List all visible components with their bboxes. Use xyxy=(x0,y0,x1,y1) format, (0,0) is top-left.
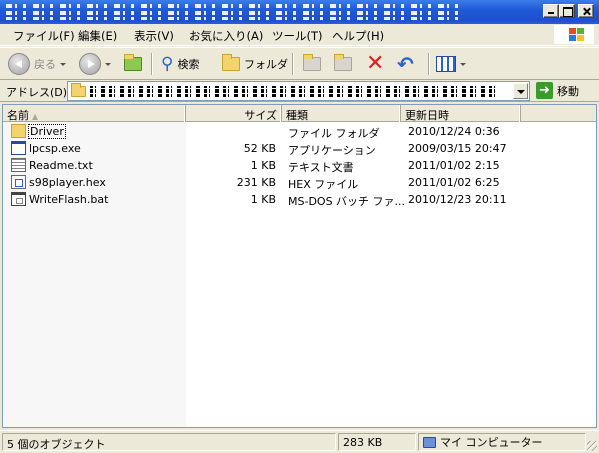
views-dropdown-icon[interactable] xyxy=(460,62,466,66)
back-label: 戻る xyxy=(34,58,56,71)
file-name: Driver xyxy=(28,124,66,139)
views-icon xyxy=(436,56,456,72)
copy-to-icon xyxy=(334,54,352,71)
standard-toolbar: 戻る ⚲ 検索 フォルダ ✕ ↶ xyxy=(0,47,599,80)
file-name: lpcsp.exe xyxy=(29,142,81,155)
file-type: HEX ファイル xyxy=(288,178,359,191)
address-input[interactable] xyxy=(67,81,530,101)
file-list[interactable]: 名前 ▲ サイズ 種類 更新日時 Driver ファイル フォルダ 2010/12… xyxy=(2,104,597,428)
list-item[interactable]: Readme.txt 1 KB テキスト文書 2011/01/02 2:15 xyxy=(3,157,596,174)
file-type: ファイル フォルダ xyxy=(288,127,380,140)
address-path-redacted xyxy=(90,86,500,97)
go-button[interactable]: ➜ 移動 xyxy=(536,82,579,99)
menu-tools[interactable]: ツール(T) xyxy=(272,28,323,44)
menu-bar: ファイル(F) 編集(E) 表示(V) お気に入り(A) ツール(T) ヘルプ(… xyxy=(0,24,599,46)
column-header-filler xyxy=(521,105,596,122)
minimize-button[interactable] xyxy=(543,4,559,18)
search-button[interactable]: ⚲ 検索 xyxy=(161,52,199,76)
menu-favorites[interactable]: お気に入り(A) xyxy=(189,28,263,44)
file-size: 1 KB xyxy=(250,193,276,206)
my-computer-icon xyxy=(423,436,436,448)
file-name: Readme.txt xyxy=(29,159,93,172)
up-folder-icon xyxy=(124,54,142,71)
list-item[interactable]: Driver ファイル フォルダ 2010/12/24 0:36 xyxy=(3,123,596,140)
undo-icon: ↶ xyxy=(397,52,414,76)
column-header-date[interactable]: 更新日時 xyxy=(401,105,521,122)
copy-to-button[interactable] xyxy=(334,52,352,76)
folder-icon xyxy=(11,124,26,138)
file-name: s98player.hex xyxy=(29,176,106,189)
file-date: 2009/03/15 20:47 xyxy=(408,142,507,155)
close-button[interactable] xyxy=(578,4,594,18)
back-dropdown-icon[interactable] xyxy=(60,62,66,66)
delete-icon: ✕ xyxy=(366,51,385,76)
file-size: 1 KB xyxy=(250,159,276,172)
list-item[interactable]: WriteFlash.bat 1 KB MS-DOS バッチ ファ... 201… xyxy=(3,191,596,208)
window-title-redacted xyxy=(6,4,461,20)
file-date: 2011/01/02 2:15 xyxy=(408,159,500,172)
folders-icon xyxy=(222,54,240,71)
resize-grip[interactable] xyxy=(587,441,597,451)
menu-help[interactable]: ヘルプ(H) xyxy=(332,28,384,44)
folders-button[interactable]: フォルダ xyxy=(222,52,288,76)
go-label: 移動 xyxy=(557,84,579,98)
sort-ascending-icon: ▲ xyxy=(32,112,39,121)
move-to-icon xyxy=(303,54,321,71)
back-arrow-icon xyxy=(8,53,30,75)
title-bar[interactable] xyxy=(0,0,599,24)
menu-view[interactable]: 表示(V) xyxy=(134,28,174,44)
windows-logo-icon xyxy=(554,25,594,44)
menu-file[interactable]: ファイル(F) xyxy=(13,28,75,44)
file-size: 52 KB xyxy=(243,142,276,155)
address-folder-icon xyxy=(71,83,86,97)
forward-dropdown-icon[interactable] xyxy=(105,62,111,66)
delete-button[interactable]: ✕ xyxy=(366,52,384,76)
toolbar-separator xyxy=(428,53,430,75)
column-name-label: 名前 xyxy=(7,109,29,122)
status-bar: 5 個のオブジェクト 283 KB マイ コンピューター xyxy=(0,430,599,453)
file-size: 231 KB xyxy=(236,176,276,189)
address-dropdown-button[interactable] xyxy=(513,83,528,99)
file-type: テキスト文書 xyxy=(288,161,354,174)
column-header-name[interactable]: 名前 ▲ xyxy=(3,105,186,122)
column-header: 名前 ▲ サイズ 種類 更新日時 xyxy=(3,105,596,122)
undo-button[interactable]: ↶ xyxy=(397,52,414,76)
address-bar: アドレス(D) ➜ 移動 xyxy=(0,80,599,102)
forward-arrow-icon xyxy=(79,53,101,75)
search-icon: ⚲ xyxy=(161,54,174,74)
file-name: WriteFlash.bat xyxy=(29,193,109,206)
go-arrow-icon: ➜ xyxy=(536,82,553,99)
forward-button[interactable] xyxy=(79,52,111,76)
explorer-window: ファイル(F) 編集(E) 表示(V) お気に入り(A) ツール(T) ヘルプ(… xyxy=(0,0,599,453)
search-label: 検索 xyxy=(177,58,200,71)
menu-edit[interactable]: 編集(E) xyxy=(78,28,117,44)
status-total-size: 283 KB xyxy=(338,433,416,451)
file-date: 2011/01/02 6:25 xyxy=(408,176,500,189)
file-date: 2010/12/24 0:36 xyxy=(408,125,500,138)
status-zone: マイ コンピューター xyxy=(418,433,586,451)
hex-file-icon xyxy=(11,175,26,189)
column-header-size[interactable]: サイズ xyxy=(186,105,282,122)
list-item[interactable]: s98player.hex 231 KB HEX ファイル 2011/01/02… xyxy=(3,174,596,191)
maximize-button[interactable] xyxy=(559,4,575,18)
file-date: 2010/12/23 20:11 xyxy=(408,193,507,206)
back-button[interactable]: 戻る xyxy=(8,52,66,76)
exe-icon xyxy=(11,141,26,155)
up-folder-button[interactable] xyxy=(124,52,142,76)
views-button[interactable] xyxy=(436,52,466,76)
toolbar-separator xyxy=(292,53,294,75)
text-file-icon xyxy=(11,158,26,172)
move-to-button[interactable] xyxy=(303,52,321,76)
list-item[interactable]: lpcsp.exe 52 KB アプリケーション 2009/03/15 20:4… xyxy=(3,140,596,157)
status-zone-label: マイ コンピューター xyxy=(440,436,543,449)
column-header-type[interactable]: 種類 xyxy=(282,105,401,122)
folders-label: フォルダ xyxy=(244,58,288,71)
status-object-count: 5 個のオブジェクト xyxy=(2,433,336,451)
toolbar-separator xyxy=(151,53,153,75)
address-label: アドレス(D) xyxy=(6,86,68,99)
file-type: アプリケーション xyxy=(288,144,376,157)
file-type: MS-DOS バッチ ファ... xyxy=(288,195,406,208)
batch-file-icon xyxy=(11,192,26,206)
